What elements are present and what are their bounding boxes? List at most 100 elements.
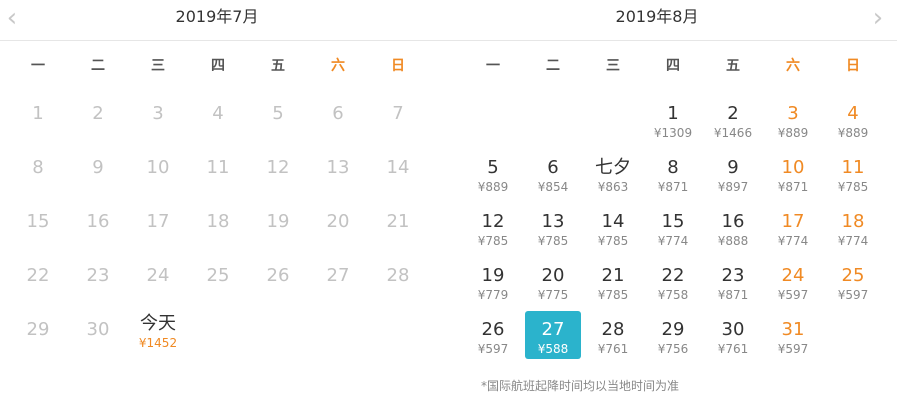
date-price: ¥854	[537, 180, 569, 194]
date-number: 14	[386, 157, 410, 178]
chevron-right-icon[interactable]: ›	[868, 5, 888, 31]
date-number: 11	[841, 157, 865, 178]
date-cell: 14	[370, 149, 426, 197]
weekday-label: 一	[486, 58, 500, 74]
date-cell: 3	[130, 95, 186, 143]
date-price: ¥774	[657, 234, 689, 248]
date-cell[interactable]: 9 ¥897	[705, 149, 761, 197]
date-cell[interactable]: 七夕 ¥863	[585, 149, 641, 197]
date-cell: 28	[370, 257, 426, 305]
date-cell[interactable]: 26 ¥597	[465, 311, 521, 359]
date-price: ¥597	[777, 288, 809, 302]
weekday-label: 二	[546, 58, 560, 74]
date-cell[interactable]: 19 ¥779	[465, 257, 521, 305]
date-number: 今天	[140, 313, 176, 334]
date-cell[interactable]: 6 ¥854	[525, 149, 581, 197]
date-cell: 24	[130, 257, 186, 305]
date-cell[interactable]: 8 ¥871	[645, 149, 701, 197]
date-price: ¥889	[477, 180, 509, 194]
weekday-label: 五	[726, 58, 740, 74]
date-number: 11	[206, 157, 230, 178]
chevron-left-icon[interactable]: ‹	[2, 5, 22, 31]
date-price: ¥1452	[138, 336, 178, 350]
date-cell: 29	[10, 311, 66, 359]
date-number: 28	[386, 265, 410, 286]
date-price: ¥785	[477, 234, 509, 248]
date-price: ¥897	[717, 180, 749, 194]
date-cell[interactable]: 13 ¥785	[525, 203, 581, 251]
date-number: 22	[26, 265, 50, 286]
date-cell[interactable]: 18 ¥774	[825, 203, 881, 251]
date-number: 23	[86, 265, 110, 286]
date-price: ¥588	[537, 342, 569, 356]
date-number: 24	[781, 265, 805, 286]
date-number: 26	[481, 319, 505, 340]
date-cell[interactable]: 10 ¥871	[765, 149, 821, 197]
date-cell: 15	[10, 203, 66, 251]
date-cell[interactable]: 29 ¥756	[645, 311, 701, 359]
date-number: 6	[332, 103, 344, 124]
date-number: 24	[146, 265, 170, 286]
date-number: 10	[781, 157, 805, 178]
weekday-label: 一	[31, 58, 45, 74]
date-cell[interactable]: 12 ¥785	[465, 203, 521, 251]
date-number: 7	[392, 103, 404, 124]
date-cell[interactable]: 30 ¥761	[705, 311, 761, 359]
date-number: 19	[481, 265, 505, 286]
date-number: 23	[721, 265, 745, 286]
date-cell: 22	[10, 257, 66, 305]
date-price: ¥785	[597, 234, 629, 248]
today-cell[interactable]: 今天 ¥1452	[130, 311, 186, 359]
date-number: 14	[601, 211, 625, 232]
date-cell[interactable]: 20 ¥775	[525, 257, 581, 305]
date-price: ¥1466	[713, 126, 753, 140]
date-cell: 13	[310, 149, 366, 197]
date-cell[interactable]: 4 ¥889	[825, 95, 881, 143]
date-price: ¥889	[777, 126, 809, 140]
date-cell: 30	[70, 311, 126, 359]
date-cell: 8	[10, 149, 66, 197]
date-cell: 6	[310, 95, 366, 143]
date-number: 25	[206, 265, 230, 286]
date-cell[interactable]: 5 ¥889	[465, 149, 521, 197]
date-number: 26	[266, 265, 290, 286]
date-cell: 1	[10, 95, 66, 143]
date-cell[interactable]: 31 ¥597	[765, 311, 821, 359]
selected-date-cell[interactable]: 27 ¥588	[525, 311, 581, 359]
date-number: 18	[841, 211, 865, 232]
date-cell[interactable]: 2 ¥1466	[705, 95, 761, 143]
date-price: ¥785	[597, 288, 629, 302]
date-cell[interactable]: 23 ¥871	[705, 257, 761, 305]
date-cell[interactable]: 11 ¥785	[825, 149, 881, 197]
date-cell[interactable]: 1 ¥1309	[645, 95, 701, 143]
date-cell[interactable]: 17 ¥774	[765, 203, 821, 251]
date-cell[interactable]: 25 ¥597	[825, 257, 881, 305]
date-price: ¥597	[837, 288, 869, 302]
date-number: 28	[601, 319, 625, 340]
date-number: 4	[847, 103, 859, 124]
date-cell[interactable]: 22 ¥758	[645, 257, 701, 305]
date-cell[interactable]: 3 ¥889	[765, 95, 821, 143]
date-price: ¥888	[717, 234, 749, 248]
calendar-header: ‹ 2019年7月 2019年8月 ›	[0, 0, 897, 41]
date-cell: 17	[130, 203, 186, 251]
date-cell: 27	[310, 257, 366, 305]
date-price: ¥785	[537, 234, 569, 248]
date-number: 1	[667, 103, 679, 124]
date-number: 1	[32, 103, 44, 124]
date-cell: 26	[250, 257, 306, 305]
date-number: 17	[146, 211, 170, 232]
date-number: 30	[721, 319, 745, 340]
date-number: 12	[481, 211, 505, 232]
date-cell[interactable]: 28 ¥761	[585, 311, 641, 359]
date-cell[interactable]: 24 ¥597	[765, 257, 821, 305]
date-cell[interactable]: 16 ¥888	[705, 203, 761, 251]
date-cell: 7	[370, 95, 426, 143]
date-cell[interactable]: 14 ¥785	[585, 203, 641, 251]
date-number: 5	[272, 103, 284, 124]
date-price: ¥761	[717, 342, 749, 356]
weekday-label: 三	[606, 58, 620, 74]
date-cell[interactable]: 21 ¥785	[585, 257, 641, 305]
date-cell[interactable]: 15 ¥774	[645, 203, 701, 251]
date-price: ¥758	[657, 288, 689, 302]
